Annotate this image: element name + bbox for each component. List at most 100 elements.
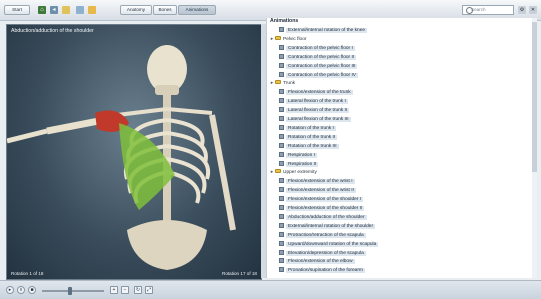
- tree-item[interactable]: Contraction of the pelvic floor I: [279, 44, 355, 53]
- folder-icon: [275, 169, 281, 174]
- tree-item[interactable]: Contraction of the pelvic floor IV: [279, 71, 358, 80]
- tree-item[interactable]: Flexion/extension of the elbow: [279, 258, 355, 266]
- animation-icon: [279, 27, 284, 32]
- tree-item[interactable]: Respiration II: [279, 160, 319, 169]
- animation-icon: [279, 240, 284, 246]
- tree-item-label: Upper extremity: [283, 170, 317, 176]
- tree-item-label: Lateral flexion of the trunk II: [286, 108, 350, 114]
- tree-item[interactable]: Rotation of the trunk III: [279, 142, 339, 151]
- animation-icon: [279, 187, 284, 193]
- tab-animations[interactable]: Animations: [178, 5, 216, 15]
- rotate-icon[interactable]: ↻: [134, 286, 142, 294]
- fullscreen-icon[interactable]: ⤢: [145, 286, 153, 294]
- slider-thumb[interactable]: [67, 287, 72, 295]
- start-button[interactable]: Start: [4, 5, 30, 15]
- tree-item-label: Lateral flexion of the trunk III: [286, 117, 351, 122]
- panel-title: Animations: [270, 18, 299, 24]
- jaw-shape: [155, 85, 179, 95]
- tree-item[interactable]: Contraction of the pelvic floor II: [279, 53, 357, 62]
- tree-item[interactable]: Rotation of the trunk I: [279, 124, 336, 133]
- tree-item-label: Upward/downward rotation of the scapula: [286, 241, 379, 247]
- tree-item-label: Trunk: [283, 81, 296, 87]
- zoom-out-icon[interactable]: −: [121, 286, 129, 294]
- tree-item-label: Flexion/extension of the wrist I: [286, 179, 355, 185]
- tree-folder[interactable]: ▸ Pelvic floor: [269, 35, 306, 44]
- scroll-thumb[interactable]: [532, 22, 537, 172]
- tree-folder[interactable]: ▸ Trunk: [269, 80, 295, 88]
- tab-bones[interactable]: Bones: [153, 5, 177, 15]
- play-icon[interactable]: ▸: [6, 286, 14, 294]
- tree-item[interactable]: Lateral flexion of the trunk II: [279, 107, 350, 115]
- tree-item-label: External/internal rotation of the should…: [286, 223, 376, 229]
- tree-item[interactable]: Flexion/extension of the shoulder I: [279, 196, 364, 204]
- back-icon[interactable]: ◂: [50, 6, 58, 14]
- tree-item[interactable]: Contraction of the pelvic floor III: [279, 62, 358, 71]
- tree-item[interactable]: Flexion/extension of the wrist II: [279, 187, 356, 195]
- animation-icon: [279, 116, 284, 121]
- tree-item[interactable]: Lateral flexion of the trunk I: [279, 98, 348, 106]
- tab-animations-label: Animations: [185, 7, 209, 12]
- tree-item-label: Contraction of the pelvic floor I: [286, 45, 355, 51]
- home-icon[interactable]: ⌂: [38, 6, 46, 14]
- tree-item[interactable]: Upward/downward rotation of the scapula: [279, 240, 379, 249]
- animation-icon: [279, 124, 284, 130]
- lock-icon[interactable]: [88, 6, 96, 14]
- tree-item-label: Pronation/supination of the forearm: [286, 268, 365, 274]
- tree-item[interactable]: Abduction/adduction of the shoulder: [279, 213, 367, 222]
- panel-scrollbar[interactable]: [532, 18, 537, 278]
- animation-icon: [279, 53, 284, 59]
- tree-item-label: Rotation of the trunk I: [286, 125, 336, 131]
- folder-icon: [275, 80, 281, 85]
- tree-item-label: Contraction of the pelvic floor IV: [286, 72, 358, 78]
- tree-item[interactable]: Flexion/extension of the shoulder II: [279, 205, 365, 213]
- settings-icon[interactable]: ⚙: [518, 6, 526, 14]
- pause-icon[interactable]: ॥: [17, 286, 25, 294]
- stop-icon[interactable]: ■: [28, 286, 36, 294]
- tree-item-label: Flexion/extension of the shoulder II: [286, 206, 365, 211]
- tab-anatomy[interactable]: Anatomy: [120, 5, 152, 15]
- animation-icon: [279, 213, 284, 219]
- tree-item-label: Rotation of the trunk II: [286, 134, 338, 140]
- tree-item[interactable]: Flexion/extension of the trunk: [279, 89, 353, 97]
- tree-folder[interactable]: ▸ Upper extremity: [269, 169, 317, 177]
- tree-item[interactable]: Elevation/depression of the scapula: [279, 249, 366, 258]
- tree-item[interactable]: Lateral flexion of the trunk III: [279, 116, 351, 124]
- close-icon[interactable]: ✕: [529, 6, 537, 14]
- tree-item-label: Protraction/retraction of the scapula: [286, 232, 366, 238]
- tree-item[interactable]: External/internal rotation of the should…: [279, 222, 376, 231]
- tree-item[interactable]: External/internal rotation of the knee: [279, 27, 368, 35]
- animation-icon: [279, 151, 284, 157]
- tree-item-label: Respiration II: [286, 161, 319, 167]
- tree-item-label: Lateral flexion of the trunk I: [286, 99, 348, 105]
- clavicle-left: [116, 107, 168, 117]
- animation-icon: [279, 62, 284, 68]
- open-icon[interactable]: [76, 6, 84, 14]
- tree-item[interactable]: Protraction/retraction of the scapula: [279, 231, 366, 240]
- animation-icon: [279, 44, 284, 50]
- search-label: Search: [471, 7, 486, 12]
- animation-icon: [279, 249, 284, 255]
- right-arm: [209, 114, 236, 231]
- pelvis-shape: [127, 220, 207, 270]
- tree-item-label: Flexion/extension of the elbow: [286, 259, 355, 265]
- playback-slider[interactable]: [42, 290, 104, 292]
- animation-icon: [279, 222, 284, 228]
- tree-item[interactable]: Flexion/extension of the wrist I: [279, 178, 355, 186]
- tree-item[interactable]: Rotation of the trunk II: [279, 133, 338, 142]
- folder-icon: [275, 35, 281, 40]
- tree-item-label: Flexion/extension of the trunk: [286, 90, 353, 96]
- animation-icon: [279, 267, 284, 273]
- tree-item[interactable]: Respiration I: [279, 151, 317, 160]
- skeleton-viewer[interactable]: Abduction/adduction of the shoulder Rota…: [6, 24, 262, 280]
- animation-icon: [279, 258, 284, 264]
- zoom-in-icon[interactable]: +: [110, 286, 118, 294]
- folder-icon[interactable]: [62, 6, 70, 14]
- animation-icon: [279, 142, 284, 148]
- tree-item-label: Flexion/extension of the shoulder I: [286, 197, 364, 203]
- tree-item-label: Elevation/depression of the scapula: [286, 250, 366, 256]
- left-forearm: [7, 128, 48, 144]
- animations-panel: Animations External/internal rotation of…: [266, 18, 537, 278]
- tree-item-label: Respiration I: [286, 152, 317, 158]
- tree-item-label: Rotation of the trunk III: [286, 143, 339, 149]
- tree-item[interactable]: Pronation/supination of the forearm: [279, 267, 365, 275]
